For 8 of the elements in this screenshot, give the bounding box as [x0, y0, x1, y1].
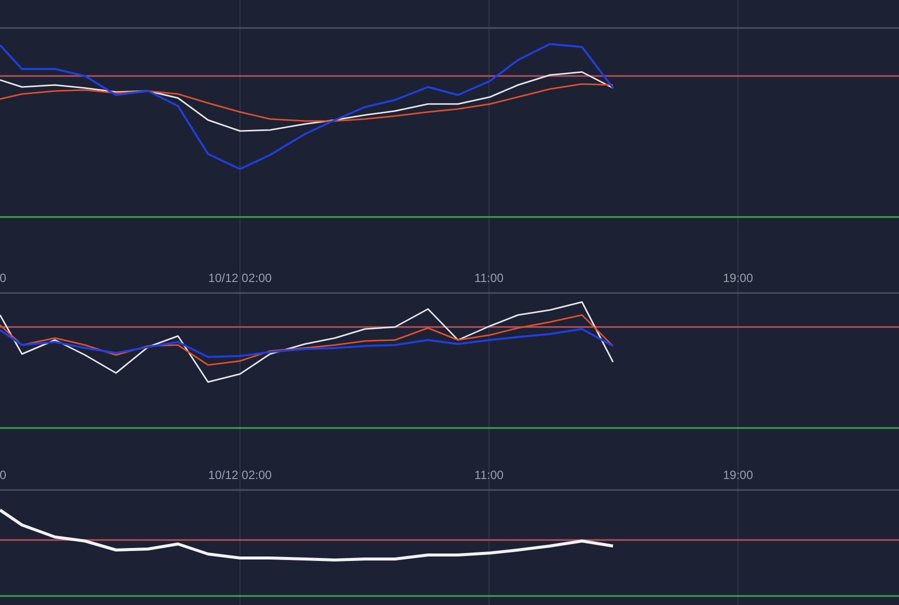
time-label: 11:00 [474, 468, 504, 482]
time-label: 0 [0, 468, 6, 482]
time-label: 19:00 [722, 271, 754, 285]
time-label: 19:00 [722, 468, 754, 482]
time-label: 10/12 02:00 [208, 271, 272, 285]
time-label: 10/12 02:00 [208, 468, 272, 482]
time-label: 0 [0, 271, 6, 285]
time-label: 11:00 [474, 271, 504, 285]
